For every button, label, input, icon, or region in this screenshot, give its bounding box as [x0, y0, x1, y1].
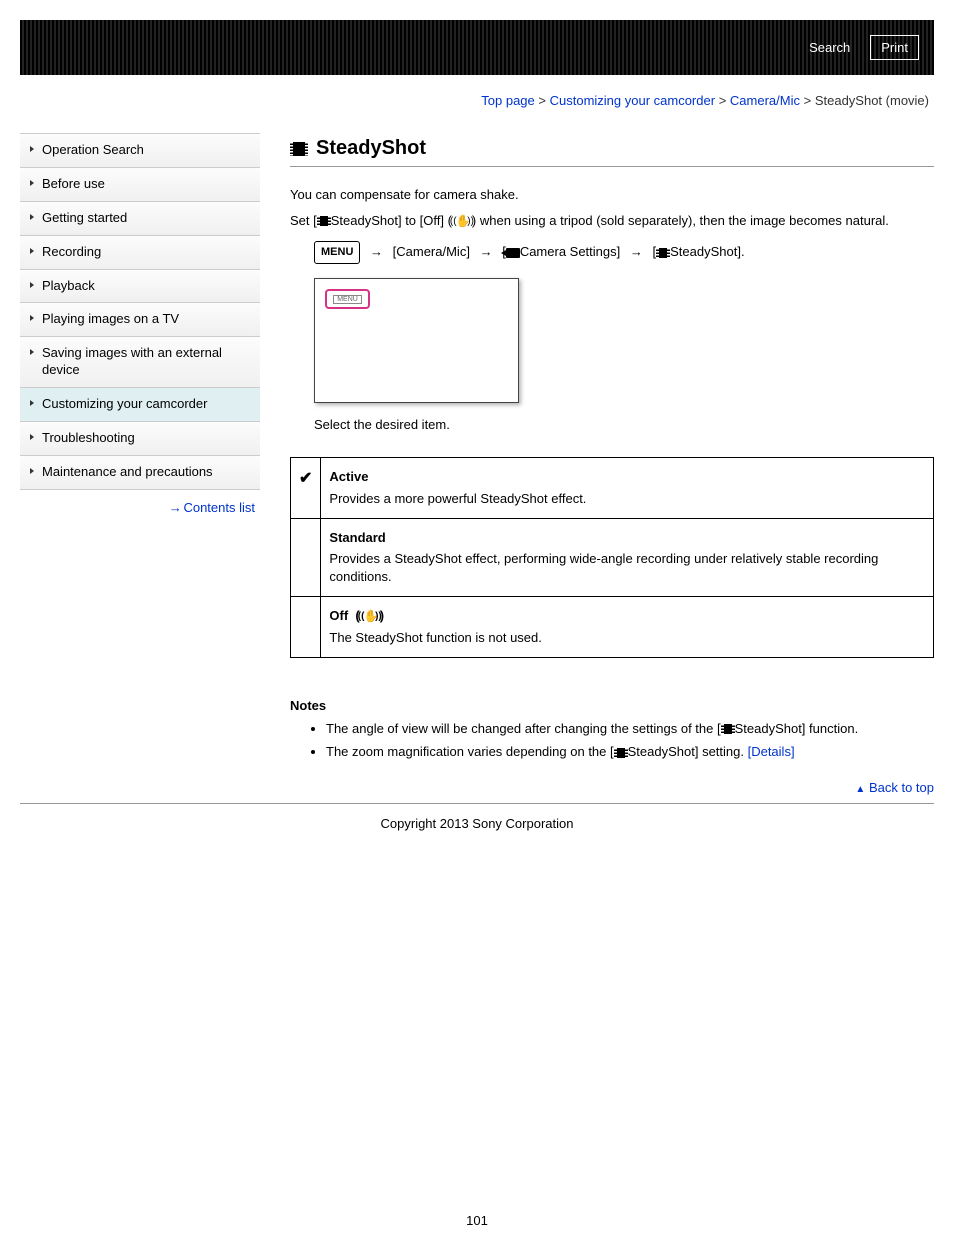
breadcrumb-l1[interactable]: Customizing your camcorder: [550, 93, 715, 108]
page-title: SteadyShot: [316, 137, 426, 160]
sidebar-item[interactable]: Maintenance and precautions: [20, 456, 260, 490]
contents-list-link[interactable]: → Contents list: [20, 490, 260, 525]
table-row: ✔ Active Provides a more powerful Steady…: [291, 458, 934, 518]
option-name: Off ((())): [329, 607, 925, 625]
back-to-top-link[interactable]: ▲ Back to top: [290, 780, 934, 803]
option-desc: Provides a SteadyShot effect, performing…: [329, 550, 925, 586]
shake-icon: (()): [360, 610, 380, 624]
breadcrumb: Top page > Customizing your camcorder > …: [20, 75, 934, 133]
shake-icon: (()): [452, 214, 472, 228]
arrow-right-icon: →: [370, 244, 383, 259]
path-step: [Camera Settings]: [502, 244, 620, 259]
arrow-right-icon: →: [169, 500, 180, 515]
movie-icon: [290, 142, 308, 156]
option-cell: Off ((())) The SteadyShot function is no…: [321, 597, 934, 657]
details-link[interactable]: [Details]: [748, 744, 795, 759]
default-mark: [291, 597, 321, 657]
menu-button-icon: MENU: [314, 241, 360, 265]
sidebar-item[interactable]: Before use: [20, 168, 260, 202]
movie-icon: [614, 748, 628, 758]
option-name: Active: [329, 468, 925, 486]
sidebar-item[interactable]: Playback: [20, 270, 260, 304]
note-item: The angle of view will be changed after …: [326, 719, 934, 739]
default-mark: [291, 518, 321, 597]
sidebar-list: Operation Search Before use Getting star…: [20, 133, 260, 490]
sidebar-item[interactable]: Saving images with an external device: [20, 337, 260, 388]
main-content: SteadyShot You can compensate for camera…: [290, 133, 934, 803]
breadcrumb-sep: >: [538, 93, 546, 108]
instruction-paragraph: Set [SteadyShot] to [Off] ((())) when us…: [290, 211, 934, 231]
sidebar-item-active[interactable]: Customizing your camcorder: [20, 388, 260, 422]
option-desc: Provides a more powerful SteadyShot effe…: [329, 490, 925, 508]
arrow-right-icon: →: [630, 244, 643, 259]
caption: Select the desired item.: [314, 417, 934, 432]
sidebar-item[interactable]: Recording: [20, 236, 260, 270]
breadcrumb-l2[interactable]: Camera/Mic: [730, 93, 800, 108]
header-bar: Search Print: [20, 20, 934, 75]
notes-section: Notes The angle of view will be changed …: [290, 698, 934, 762]
page-title-row: SteadyShot: [290, 133, 934, 167]
sidebar-item[interactable]: Playing images on a TV: [20, 303, 260, 337]
movie-icon: [656, 248, 670, 258]
option-desc: The SteadyShot function is not used.: [329, 629, 925, 647]
option-cell: Active Provides a more powerful SteadySh…: [321, 458, 934, 518]
path-step: [SteadyShot].: [653, 244, 745, 259]
options-table: ✔ Active Provides a more powerful Steady…: [290, 457, 934, 657]
option-name: Standard: [329, 529, 925, 547]
sidebar-item[interactable]: Troubleshooting: [20, 422, 260, 456]
option-cell: Standard Provides a SteadyShot effect, p…: [321, 518, 934, 597]
screen-menu-tag: MENU: [333, 295, 362, 304]
notes-heading: Notes: [290, 698, 934, 713]
breadcrumb-sep: >: [804, 93, 812, 108]
page-number: 101: [20, 843, 934, 1228]
sidebar-item[interactable]: Getting started: [20, 202, 260, 236]
intro-paragraph: You can compensate for camera shake.: [290, 185, 934, 205]
breadcrumb-top[interactable]: Top page: [481, 93, 535, 108]
sidebar-item[interactable]: Operation Search: [20, 134, 260, 168]
path-step: [Camera/Mic]: [393, 244, 470, 259]
movie-icon: [721, 724, 735, 734]
arrow-right-icon: →: [480, 244, 493, 259]
copyright: Copyright 2013 Sony Corporation: [20, 804, 934, 843]
movie-icon: [317, 216, 331, 226]
menu-path: MENU → [Camera/Mic] → [Camera Settings] …: [314, 240, 934, 264]
table-row: Off ((())) The SteadyShot function is no…: [291, 597, 934, 657]
default-mark: ✔: [291, 458, 321, 518]
screen-illustration: MENU: [314, 278, 519, 403]
up-triangle-icon: ▲: [855, 784, 865, 795]
print-button[interactable]: Print: [870, 35, 919, 60]
note-item: The zoom magnification varies depending …: [326, 742, 934, 762]
sidebar: Operation Search Before use Getting star…: [20, 133, 260, 803]
search-button[interactable]: Search: [799, 36, 860, 59]
camera-icon: [506, 248, 520, 258]
back-to-top-label: Back to top: [869, 780, 934, 795]
breadcrumb-current: SteadyShot (movie): [815, 93, 929, 108]
breadcrumb-sep: >: [719, 93, 727, 108]
screen-highlight: MENU: [325, 289, 370, 309]
contents-list-label: Contents list: [183, 500, 255, 515]
table-row: Standard Provides a SteadyShot effect, p…: [291, 518, 934, 597]
